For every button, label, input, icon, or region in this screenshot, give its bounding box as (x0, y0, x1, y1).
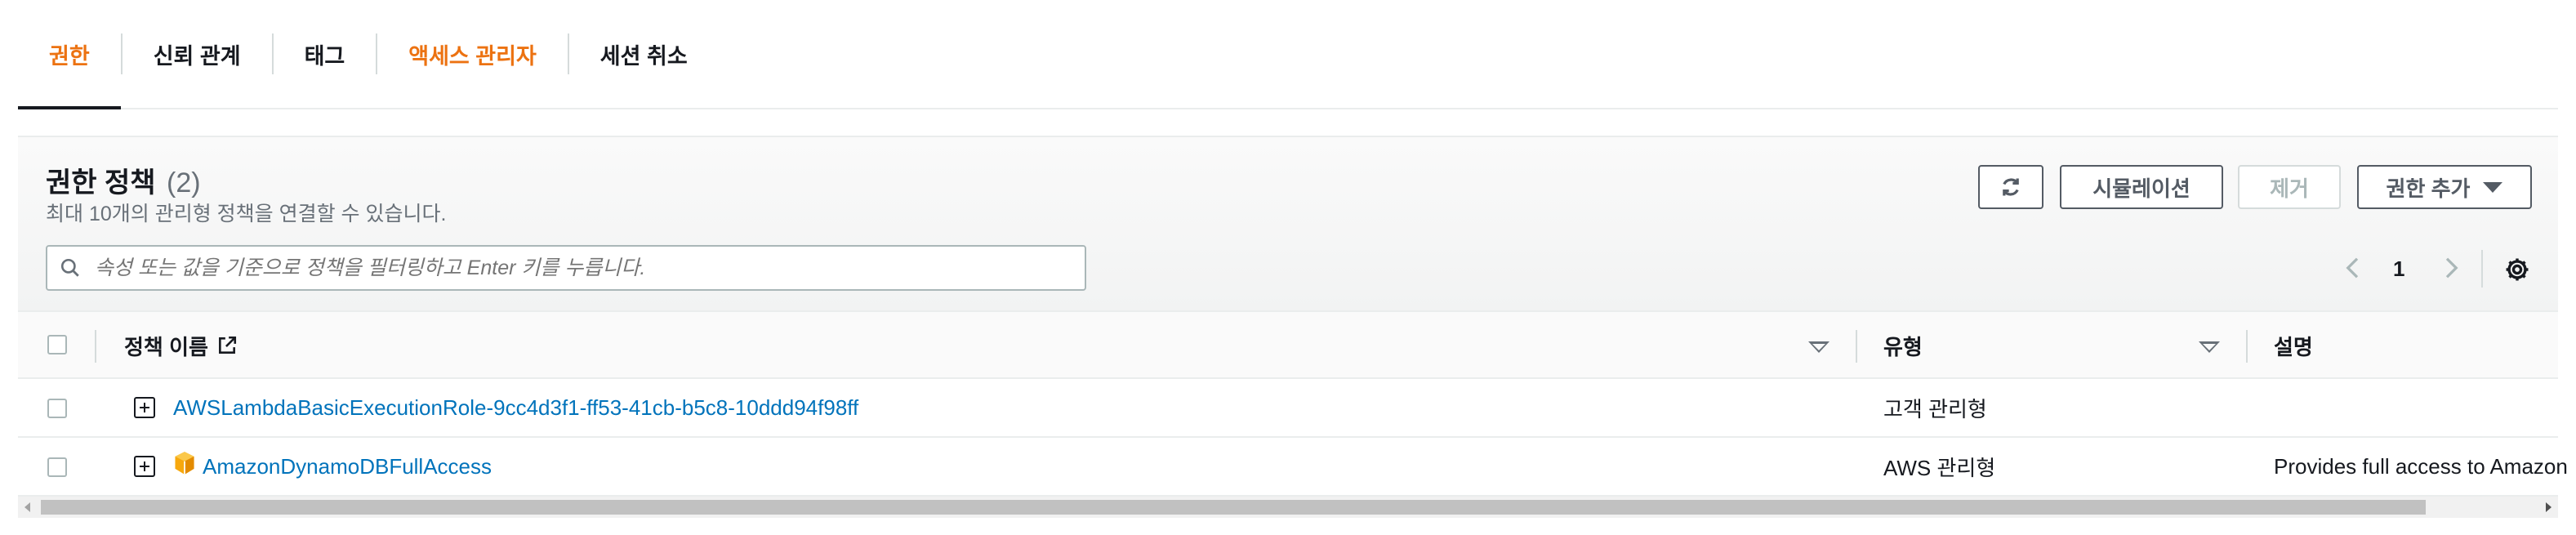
column-header-policy-name-label: 정책 이름 (124, 334, 208, 359)
sort-caret-icon[interactable] (1808, 341, 1829, 353)
panel-title-text: 권한 정책 (46, 167, 156, 198)
current-page-number[interactable]: 1 (2393, 256, 2404, 282)
panel-subtitle: 최대 10개의 관리형 정책을 연결할 수 있습니다. (46, 203, 447, 225)
permissions-policies-panel: 권한 정책 (2) 최대 10개의 관리형 정책을 연결할 수 있습니다. 시뮬… (18, 137, 2568, 497)
tab-tags[interactable]: 태그 (274, 0, 377, 108)
external-link-icon (218, 336, 236, 354)
tab-trust-relationships[interactable]: 신뢰 관계 (123, 0, 272, 108)
policy-link[interactable]: AmazonDynamoDBFullAccess (203, 454, 492, 479)
caret-down-icon (2483, 181, 2503, 193)
chevron-left-icon (2346, 257, 2359, 279)
column-divider (95, 330, 96, 363)
column-divider (2246, 330, 2248, 363)
previous-page-button[interactable] (2342, 245, 2364, 291)
column-header-type[interactable]: 유형 (1883, 312, 1923, 379)
tab-bar: 권한 신뢰 관계 태그 액세스 관리자 세션 취소 (18, 0, 2558, 109)
refresh-button[interactable] (1978, 165, 2043, 209)
column-divider (1856, 330, 1857, 363)
column-header-policy-name[interactable]: 정책 이름 (124, 312, 238, 379)
gear-icon (2506, 258, 2529, 281)
search-input[interactable] (93, 255, 1073, 281)
pager-divider (2481, 250, 2483, 288)
policy-link[interactable]: AWSLambdaBasicExecutionRole-9cc4d3f1-ff5… (173, 395, 858, 421)
policy-name-cell: AmazonDynamoDBFullAccess (203, 438, 492, 495)
row-checkbox[interactable] (47, 457, 67, 477)
policy-type-cell: AWS 관리형 (1883, 455, 1996, 480)
policy-count: (2) (167, 167, 201, 198)
tab-revoke-sessions[interactable]: 세션 취소 (569, 0, 719, 108)
policy-name-cell: AWSLambdaBasicExecutionRole-9cc4d3f1-ff5… (173, 379, 858, 436)
panel-header: 권한 정책 (2) 최대 10개의 관리형 정책을 연결할 수 있습니다. 시뮬… (18, 137, 2558, 310)
table-header: 정책 이름 유형 설명 (18, 310, 2558, 379)
next-page-button[interactable] (2440, 245, 2462, 291)
horizontal-scrollbar[interactable] (18, 497, 2558, 518)
simulation-button[interactable]: 시뮬레이션 (2060, 165, 2223, 209)
expand-plus-icon[interactable] (134, 397, 155, 418)
add-permissions-button[interactable]: 권한 추가 (2357, 165, 2532, 209)
refresh-icon (2003, 178, 2019, 196)
policy-type-cell: 고객 관리형 (1883, 396, 1987, 421)
preferences-button[interactable] (2499, 252, 2535, 288)
tab-permissions[interactable]: 권한 (18, 0, 121, 109)
panel-title: 권한 정책 (2) (46, 160, 201, 200)
policy-description-cell: Provides full access to Amazon (2274, 453, 2568, 479)
scroll-left-arrow-icon[interactable] (25, 502, 30, 512)
scrollbar-thumb[interactable] (41, 500, 2426, 515)
tab-access-advisor[interactable]: 액세스 관리자 (377, 0, 568, 108)
policy-filter[interactable] (46, 245, 1086, 291)
chevron-right-icon (2445, 257, 2458, 279)
expand-plus-icon[interactable] (134, 456, 155, 477)
aws-managed-cube-icon (175, 452, 194, 475)
row-checkbox[interactable] (47, 399, 67, 418)
search-icon (47, 245, 93, 291)
scroll-right-arrow-icon[interactable] (2546, 502, 2551, 512)
sort-caret-icon[interactable] (2199, 341, 2220, 353)
remove-button[interactable]: 제거 (2238, 165, 2341, 209)
table-row: AWSLambdaBasicExecutionRole-9cc4d3f1-ff5… (18, 379, 2558, 438)
add-permissions-label: 권한 추가 (2386, 176, 2471, 201)
select-all-checkbox[interactable] (47, 335, 67, 354)
table-row: AmazonDynamoDBFullAccess AWS 관리형 Provide… (18, 438, 2568, 497)
column-header-description[interactable]: 설명 (2274, 312, 2313, 379)
